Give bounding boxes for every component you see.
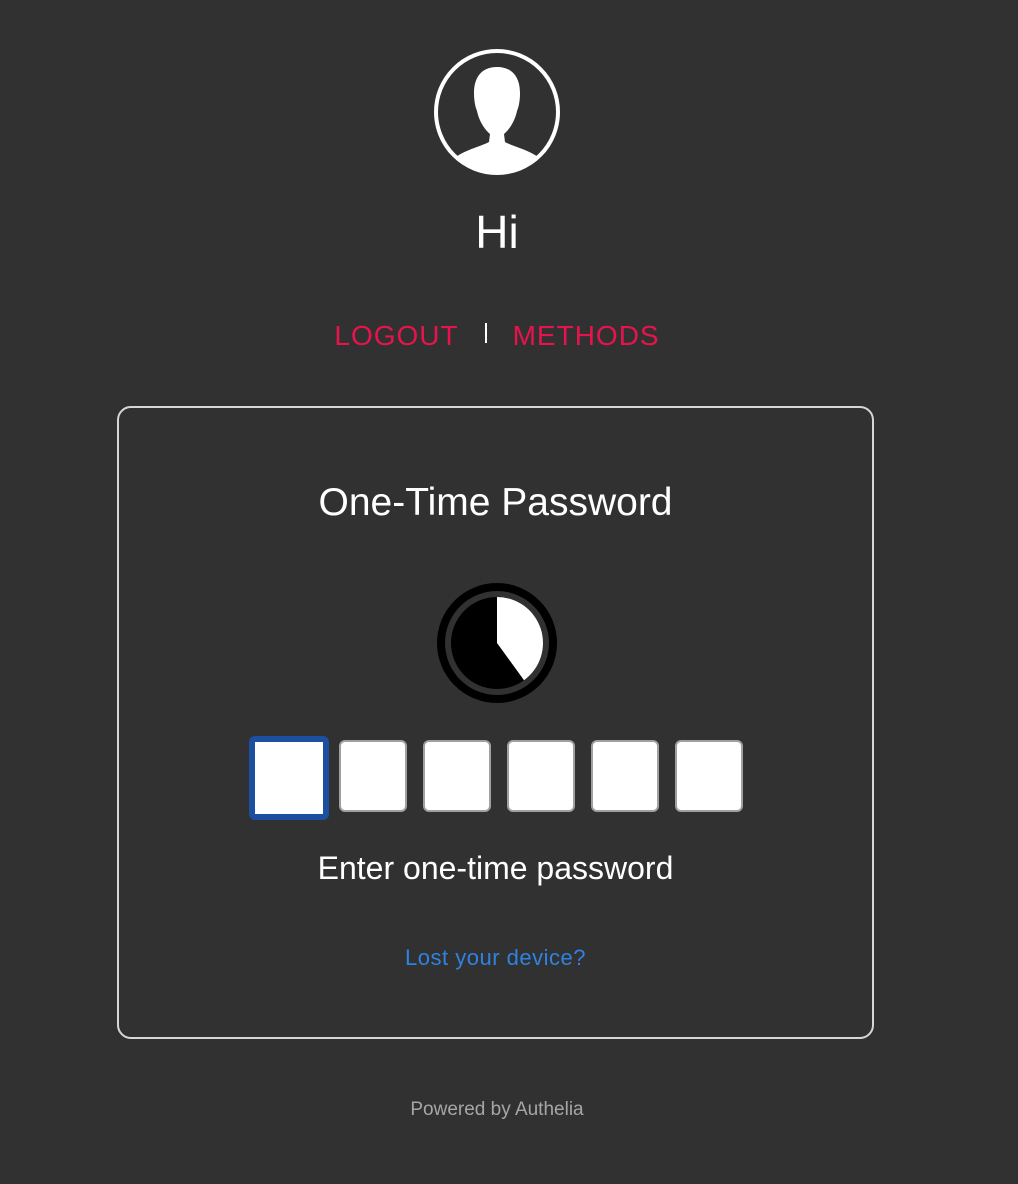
otp-hint: Enter one-time password	[317, 850, 674, 886]
countdown-timer-icon	[437, 583, 557, 703]
user-actions: LOGOUT METHODS	[0, 316, 994, 356]
otp-digit-1[interactable]	[249, 736, 329, 820]
otp-digit-6[interactable]	[675, 740, 743, 812]
methods-button[interactable]: METHODS	[513, 320, 660, 352]
otp-digit-4[interactable]	[507, 740, 575, 812]
otp-digit-2[interactable]	[339, 740, 407, 812]
login-page: Hi LOGOUT METHODS One-Time Password Ente…	[0, 0, 1018, 1184]
otp-digit-5[interactable]	[591, 740, 659, 812]
otp-input-group	[249, 736, 749, 820]
otp-card: One-Time Password Enter one-time passwor…	[117, 406, 874, 1039]
lost-device-link[interactable]: Lost your device?	[119, 944, 872, 972]
logout-button[interactable]: LOGOUT	[334, 320, 458, 352]
powered-by-footer: Powered by Authelia	[410, 1099, 584, 1120]
greeting-title: Hi	[475, 206, 519, 258]
user-avatar-icon	[434, 49, 560, 175]
actions-divider	[484, 323, 487, 343]
otp-digit-3[interactable]	[423, 740, 491, 812]
card-title: One-Time Password	[318, 481, 673, 524]
